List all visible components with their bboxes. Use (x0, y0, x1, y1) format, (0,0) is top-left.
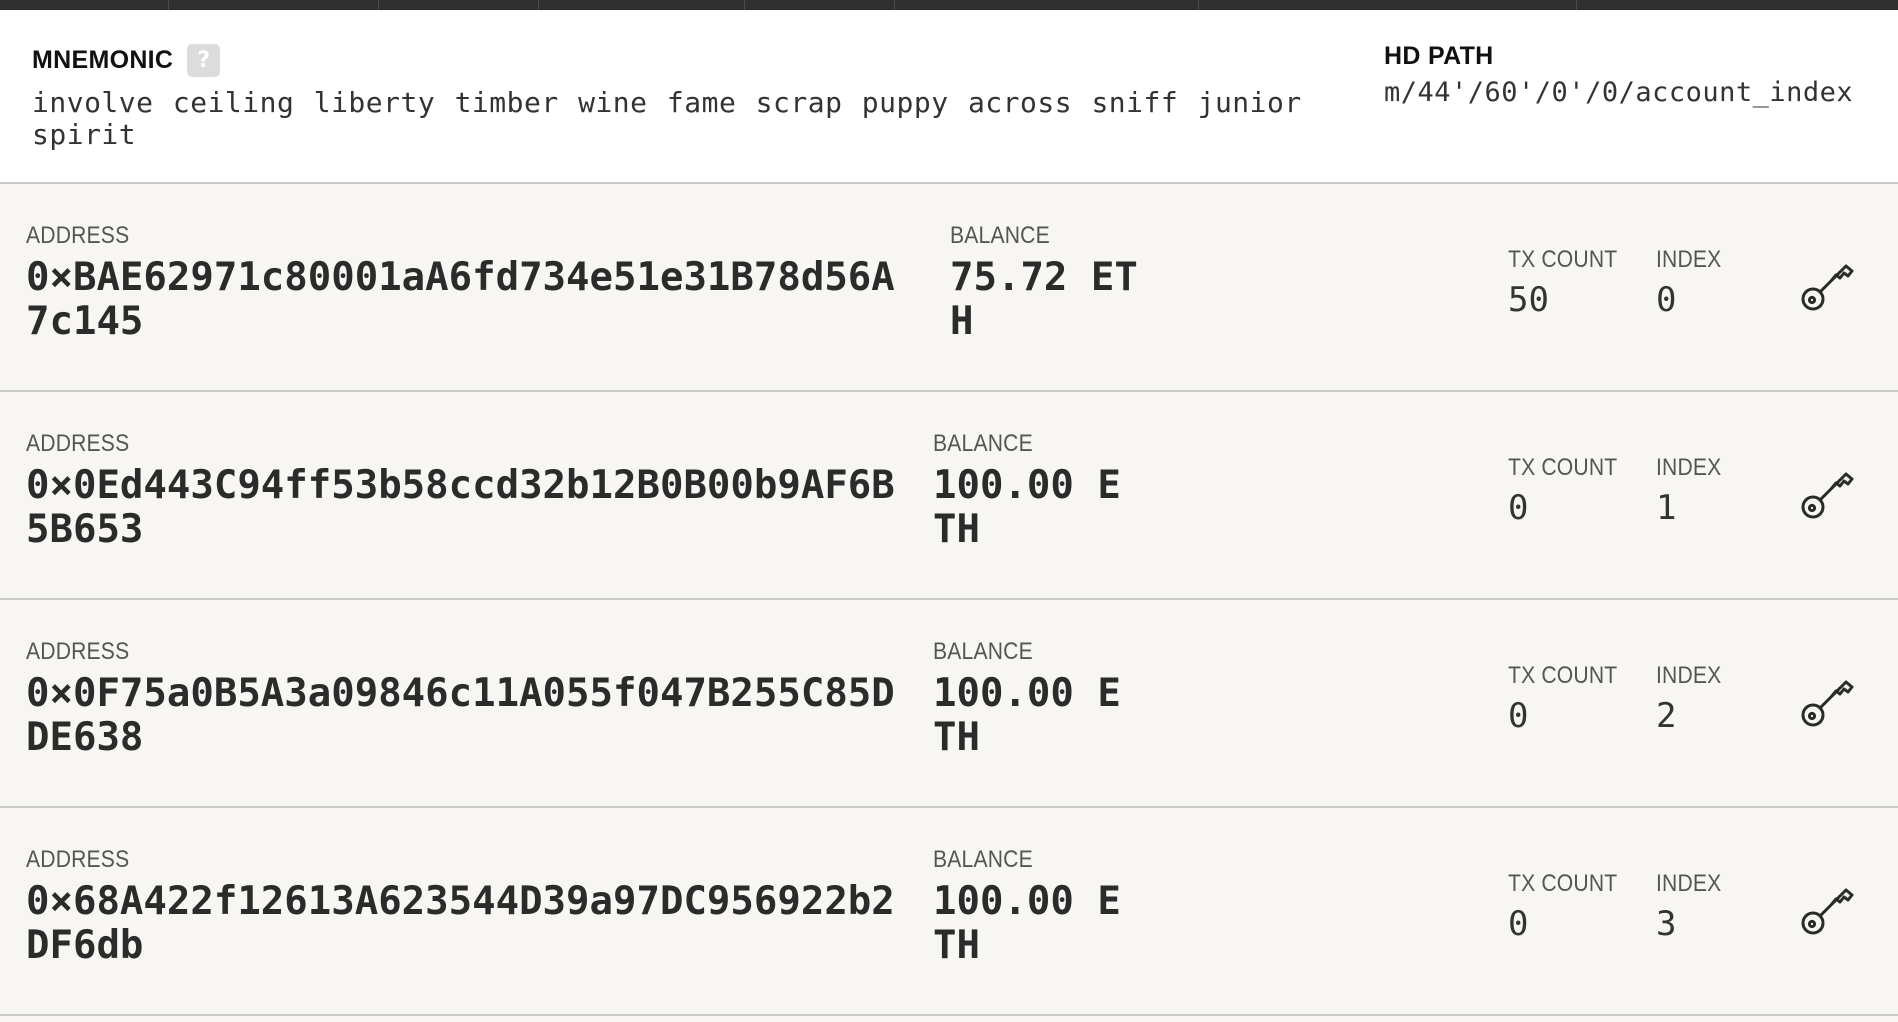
mnemonic-panel: MNEMONIC? involve ceiling liberty timber… (0, 10, 1898, 184)
address-cell: ADDRESS 0×0Ed443C94ff53b58ccd32b12B0B00b… (26, 430, 906, 552)
address-value: 0×68A422f12613A623544D39a97DC956922b2DF6… (26, 879, 895, 968)
index-label: INDEX (1656, 454, 1722, 481)
tx-count-value: 0 (1508, 696, 1529, 736)
tx-count-label: TX COUNT (1508, 454, 1618, 481)
address-value: 0×0Ed443C94ff53b58ccd32b12B0B00b9AF6B5B6… (26, 463, 895, 552)
topbar-divider (538, 0, 539, 10)
balance-cell: BALANCE 100.00 ETH (933, 430, 1133, 552)
index-label: INDEX (1656, 870, 1722, 897)
balance-value: 75.72 ETH (950, 255, 1138, 344)
index-cell: INDEX 3 (1656, 870, 1730, 944)
tx-count-value: 0 (1508, 488, 1529, 528)
tx-count-cell: TX COUNT 0 (1508, 662, 1632, 736)
index-value: 0 (1656, 280, 1677, 320)
address-cell: ADDRESS 0×0F75a0B5A3a09846c11A055f047B25… (26, 638, 906, 760)
balance-cell: BALANCE 100.00 ETH (933, 846, 1133, 968)
hd-path-section: HD PATH m/44'/60'/0'/0/account_index (1384, 42, 1853, 108)
topbar-divider (894, 0, 895, 10)
account-row: ADDRESS 0×BAE62971c80001aA6fd734e51e31B7… (0, 184, 1898, 392)
topbar-divider (1576, 0, 1577, 10)
balance-label: BALANCE (933, 638, 1033, 665)
address-cell: ADDRESS 0×68A422f12613A623544D39a97DC956… (26, 846, 906, 968)
address-label: ADDRESS (26, 638, 130, 665)
key-icon[interactable] (1800, 880, 1856, 936)
topbar-divider (168, 0, 169, 10)
balance-label: BALANCE (933, 846, 1033, 873)
mnemonic-section: MNEMONIC? involve ceiling liberty timber… (32, 44, 1312, 151)
topbar-divider (1198, 0, 1199, 10)
hd-path-value: m/44'/60'/0'/0/account_index (1384, 77, 1854, 108)
next-row-edge (0, 1018, 1898, 1022)
balance-cell: BALANCE 100.00 ETH (933, 638, 1133, 760)
index-cell: INDEX 2 (1656, 662, 1730, 736)
topbar-divider (744, 0, 745, 10)
tx-count-cell: TX COUNT 50 (1508, 246, 1632, 320)
tx-count-cell: TX COUNT 0 (1508, 454, 1632, 528)
account-row: ADDRESS 0×0F75a0B5A3a09846c11A055f047B25… (0, 600, 1898, 808)
balance-value: 100.00 ETH (933, 463, 1121, 552)
balance-value: 100.00 ETH (933, 671, 1121, 760)
top-navigation-bar (0, 0, 1898, 10)
balance-label: BALANCE (950, 222, 1050, 249)
topbar-divider (378, 0, 379, 10)
address-value: 0×0F75a0B5A3a09846c11A055f047B255C85DDE6… (26, 671, 895, 760)
address-cell: ADDRESS 0×BAE62971c80001aA6fd734e51e31B7… (26, 222, 906, 344)
index-value: 1 (1656, 488, 1677, 528)
key-icon[interactable] (1800, 464, 1856, 520)
key-icon[interactable] (1800, 256, 1856, 312)
account-row: ADDRESS 0×68A422f12613A623544D39a97DC956… (0, 808, 1898, 1016)
tx-count-value: 50 (1508, 280, 1549, 320)
mnemonic-label: MNEMONIC (32, 46, 174, 74)
address-label: ADDRESS (26, 430, 130, 457)
index-label: INDEX (1656, 662, 1722, 689)
account-row: ADDRESS 0×0Ed443C94ff53b58ccd32b12B0B00b… (0, 392, 1898, 600)
key-icon[interactable] (1800, 672, 1856, 728)
index-label: INDEX (1656, 246, 1722, 273)
balance-cell: BALANCE 75.72 ETH (950, 222, 1150, 344)
balance-value: 100.00 ETH (933, 879, 1121, 968)
tx-count-label: TX COUNT (1508, 870, 1618, 897)
index-cell: INDEX 0 (1656, 246, 1730, 320)
balance-label: BALANCE (933, 430, 1033, 457)
tx-count-label: TX COUNT (1508, 662, 1618, 689)
index-value: 2 (1656, 696, 1677, 736)
tx-count-cell: TX COUNT 0 (1508, 870, 1632, 944)
address-label: ADDRESS (26, 846, 130, 873)
accounts-list: ADDRESS 0×BAE62971c80001aA6fd734e51e31B7… (0, 184, 1898, 1016)
hd-path-label: HD PATH (1384, 42, 1494, 70)
address-value: 0×BAE62971c80001aA6fd734e51e31B78d56A7c1… (26, 255, 895, 344)
address-label: ADDRESS (26, 222, 130, 249)
mnemonic-words: involve ceiling liberty timber wine fame… (32, 86, 1302, 151)
question-mark-icon[interactable]: ? (187, 44, 221, 77)
index-cell: INDEX 1 (1656, 454, 1730, 528)
tx-count-value: 0 (1508, 904, 1529, 944)
index-value: 3 (1656, 904, 1677, 944)
tx-count-label: TX COUNT (1508, 246, 1618, 273)
